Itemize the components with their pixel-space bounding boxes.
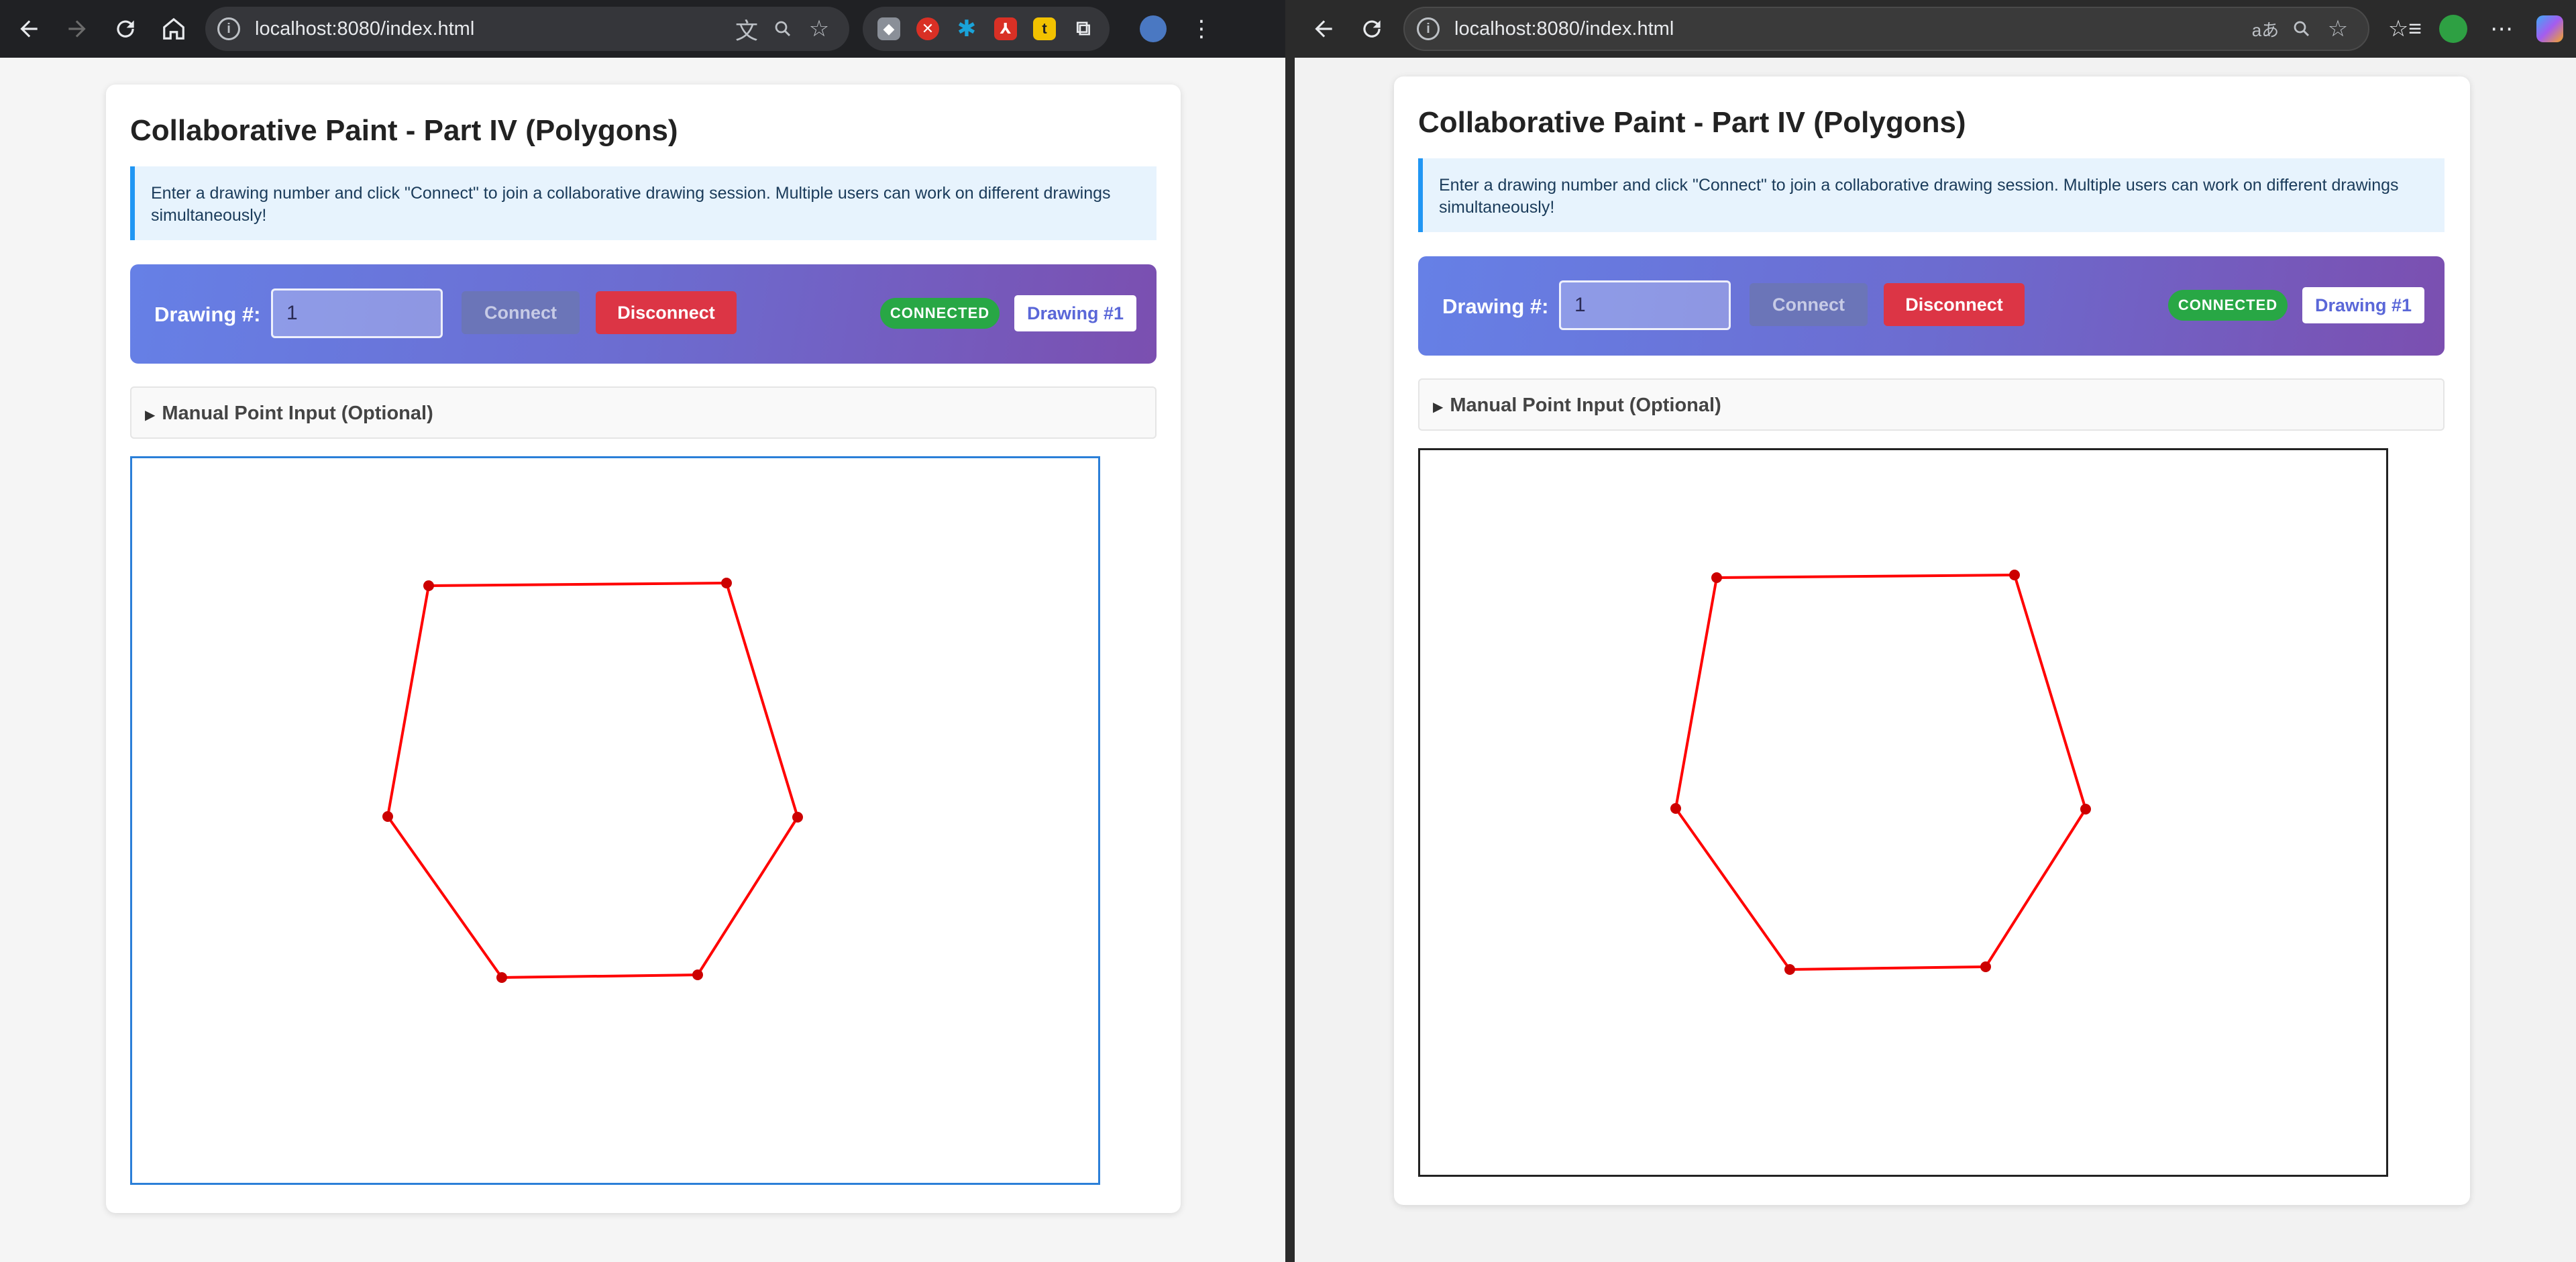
app-card: Collaborative Paint - Part IV (Polygons)… <box>106 85 1181 1213</box>
back-icon[interactable] <box>9 9 48 48</box>
snowflake-ext-icon[interactable]: ✱ <box>947 9 986 48</box>
polygon-vertex <box>721 578 732 588</box>
address-bar[interactable]: i localhost:8080/index.html aあ ☆ <box>1403 7 2369 51</box>
connect-button[interactable]: Connect <box>1750 283 1868 326</box>
expand-triangle-icon: ▶ <box>1433 400 1444 415</box>
home-icon[interactable] <box>154 9 193 48</box>
drawing-canvas[interactable] <box>130 456 1100 1185</box>
drawing-number-label: Drawing #: <box>1442 295 1549 318</box>
profile-avatar-icon[interactable] <box>1134 9 1173 48</box>
info-message: Enter a drawing number and click "Connec… <box>1418 158 2445 232</box>
left-browser-window: i localhost:8080/index.html 文 ☆ ◆ ✕ ✱ ⅄ … <box>0 0 1285 1262</box>
forward-icon[interactable] <box>58 9 97 48</box>
url-text: localhost:8080/index.html <box>1454 17 1674 40</box>
drawing-number-input[interactable] <box>1559 280 1731 330</box>
polygon-vertex <box>1670 803 1681 814</box>
polygon-drawing <box>1670 570 2091 975</box>
polygon-vertex <box>2009 570 2020 580</box>
polygon-drawing <box>382 578 803 983</box>
browser-toolbar: i localhost:8080/index.html aあ ☆ ☆≡ ⋯ <box>1295 0 2576 58</box>
bookmark-star-icon[interactable]: ☆ <box>801 11 837 47</box>
notes-ext-icon[interactable]: t <box>1025 9 1064 48</box>
right-browser-window: i localhost:8080/index.html aあ ☆ ☆≡ ⋯ Co… <box>1295 0 2576 1262</box>
status-badge: CONNECTED <box>2168 290 2288 321</box>
manual-point-input-label: Manual Point Input (Optional) <box>1450 395 1721 416</box>
polygon-vertex <box>1980 961 1991 972</box>
url-text: localhost:8080/index.html <box>255 17 475 40</box>
menu-kebab-icon[interactable]: ⋮ <box>1182 9 1221 48</box>
polygon-vertex <box>1711 572 1722 583</box>
more-menu-icon[interactable]: ⋯ <box>2482 9 2521 48</box>
expand-triangle-icon: ▶ <box>145 408 156 423</box>
connection-panel: Drawing #: Connect Disconnect CONNECTED … <box>130 264 1157 364</box>
disconnect-button[interactable]: Disconnect <box>1884 283 2025 326</box>
drawing-number-input[interactable] <box>271 288 443 338</box>
disconnect-button[interactable]: Disconnect <box>596 291 737 334</box>
drawing-canvas[interactable] <box>1418 448 2388 1177</box>
puzzle-ext-icon[interactable]: ⧉ <box>1064 9 1103 48</box>
page-title: Collaborative Paint - Part IV (Polygons) <box>1418 106 1966 139</box>
favorites-icon[interactable]: ☆≡ <box>2385 9 2424 48</box>
app-card: Collaborative Paint - Part IV (Polygons)… <box>1394 76 2470 1205</box>
shield-ext-icon[interactable]: ◆ <box>869 9 908 48</box>
window-divider <box>1285 0 1295 1262</box>
reload-icon[interactable] <box>1352 9 1391 48</box>
site-info-icon[interactable]: i <box>217 17 240 40</box>
copilot-icon[interactable] <box>2530 9 2569 48</box>
drawing-badge: Drawing #1 <box>2302 287 2424 323</box>
favorite-star-icon[interactable]: ☆ <box>2320 11 2356 47</box>
manual-point-input-toggle[interactable]: ▶ Manual Point Input (Optional) <box>130 386 1157 439</box>
polygon-vertex <box>2080 804 2091 814</box>
translate-icon[interactable]: 文 <box>729 11 765 47</box>
blocker-ext-icon[interactable]: ✕ <box>908 9 947 48</box>
polygon-vertex <box>382 811 393 822</box>
drawing-number-label: Drawing #: <box>154 303 261 326</box>
polygon-outline <box>1674 574 2087 971</box>
connect-button[interactable]: Connect <box>462 291 580 334</box>
extensions-group: ◆ ✕ ✱ ⅄ t ⧉ <box>863 7 1110 51</box>
status-badge: CONNECTED <box>880 298 1000 329</box>
drawing-badge: Drawing #1 <box>1014 295 1136 331</box>
site-info-icon[interactable]: i <box>1417 17 1440 40</box>
page-title: Collaborative Paint - Part IV (Polygons) <box>130 114 678 147</box>
info-message: Enter a drawing number and click "Connec… <box>130 166 1157 240</box>
connection-panel: Drawing #: Connect Disconnect CONNECTED … <box>1418 256 2445 356</box>
back-icon[interactable] <box>1304 9 1343 48</box>
read-aloud-icon[interactable]: aあ <box>2247 11 2284 47</box>
reload-icon[interactable] <box>106 9 145 48</box>
polygon-vertex <box>1784 964 1795 975</box>
polygon-vertex <box>692 969 703 980</box>
extension-leaf-icon[interactable] <box>2434 9 2473 48</box>
address-bar[interactable]: i localhost:8080/index.html 文 ☆ <box>205 7 849 51</box>
polygon-vertex <box>423 580 434 591</box>
manual-point-input-label: Manual Point Input (Optional) <box>162 403 433 424</box>
polygon-vertex <box>496 972 507 983</box>
pdf-ext-icon[interactable]: ⅄ <box>986 9 1025 48</box>
zoom-icon[interactable] <box>765 11 801 47</box>
polygon-vertex <box>792 812 803 823</box>
browser-toolbar: i localhost:8080/index.html 文 ☆ ◆ ✕ ✱ ⅄ … <box>0 0 1285 58</box>
manual-point-input-toggle[interactable]: ▶ Manual Point Input (Optional) <box>1418 378 2445 431</box>
polygon-outline <box>386 582 799 979</box>
zoom-icon[interactable] <box>2284 11 2320 47</box>
